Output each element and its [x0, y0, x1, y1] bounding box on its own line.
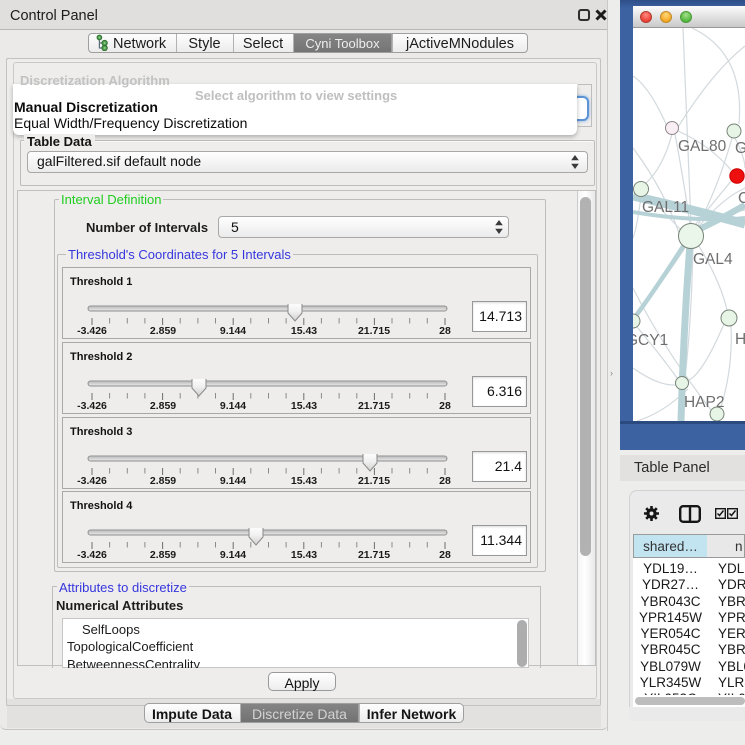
svg-text:GAL11: GAL11 — [642, 199, 689, 216]
svg-text:GAL80: GAL80 — [678, 138, 727, 155]
svg-text:GA: GA — [735, 140, 745, 157]
svg-text:C: C — [738, 190, 745, 207]
svg-text:H: H — [735, 331, 745, 348]
svg-text:HAP2: HAP2 — [684, 394, 725, 411]
svg-text:GCY1: GCY1 — [633, 332, 668, 349]
svg-text:GAL4: GAL4 — [693, 251, 733, 268]
